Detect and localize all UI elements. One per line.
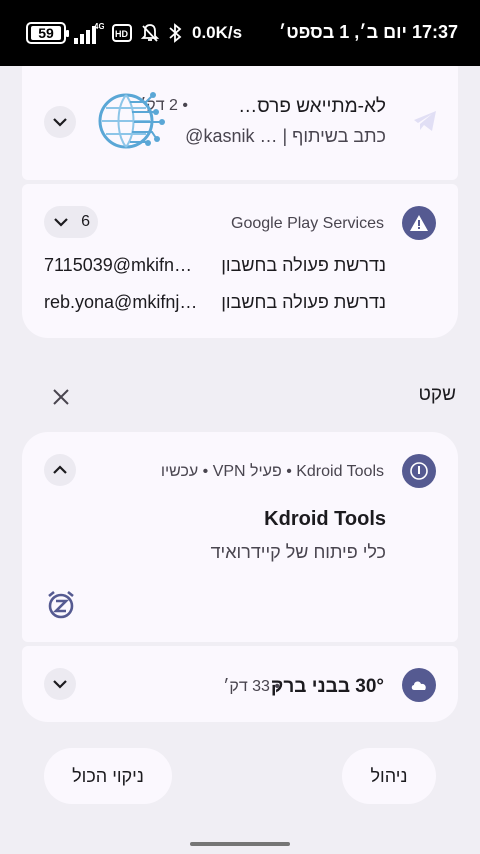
notification-card-google-play[interactable]: Google Play Services 6 נדרשת פעולה בחשבו… [22,184,458,338]
notification-text: כתב בשיתוף | … kasnik@ [185,126,386,146]
weather-text: 30° בבני ברק [270,676,384,697]
telegram-icon [414,111,436,131]
notification-time: • 33 דק׳ [223,678,280,695]
chevron-down-icon [53,118,67,127]
network-type: 4G [94,22,104,31]
group-expand-button[interactable]: 6 [44,206,98,238]
close-icon[interactable] [50,386,72,408]
list-item-account: reb.yona@mkifnj… [44,292,198,312]
expand-button[interactable] [44,668,76,700]
network-globe-icon [98,92,165,149]
notification-text: כלי פיתוח של קיידרואיד [210,542,386,562]
battery-level: 59 [31,26,61,40]
status-icons: 59 4G HD 0.0K/s [26,20,242,46]
bluetooth-icon [169,23,182,43]
collapse-button[interactable] [44,454,76,486]
info-icon [410,462,428,480]
group-count: 6 [81,213,90,230]
bell-off-icon [140,24,160,42]
battery-icon: 59 [26,22,69,44]
list-item-text: נדרשת פעולה בחשבון [221,292,386,312]
list-item-text: נדרשת פעולה בחשבון [221,255,386,275]
hd-label: HD [115,29,128,39]
manage-button[interactable]: ניהול [342,748,436,804]
notification-card-weather[interactable]: 30° בבני ברק • 33 דק׳ [22,646,458,722]
notification-shade: לא-מתייאש פרס… • 2 דק׳ כתב בשיתוף | … ka… [0,66,480,854]
notification-title: לא-מתייאש פרס… [238,96,386,117]
list-item-account: 7115039@mkifn… [44,255,193,275]
status-bar: 59 4G HD 0.0K/s 17:37 יום ב׳, 1 בספט׳ [0,0,480,66]
cloud-icon [411,681,426,690]
notification-title: Kdroid Tools [264,508,386,530]
chevron-down-icon [54,218,68,227]
clear-all-button[interactable]: ניקוי הכול [44,748,172,804]
expand-button[interactable] [44,106,76,138]
chevron-up-icon [53,465,67,474]
chevron-down-icon [53,680,67,689]
network-speed: 0.0K/s [192,23,243,42]
notification-card-kdroid[interactable]: Kdroid Tools • פעיל VPN • עכשיו Kdroid T… [22,432,458,642]
notification-time-value: 33 דק׳ [223,678,270,695]
snooze-icon[interactable] [46,590,76,620]
navigation-handle[interactable] [190,842,290,846]
notification-header: Kdroid Tools • פעיל VPN • עכשיו [160,463,384,480]
status-datetime: 17:37 יום ב׳, 1 בספט׳ [278,22,458,42]
signal-icon: 4G [74,22,104,44]
warning-badge [402,206,436,240]
weather-badge [402,668,436,702]
silent-section-label: שקט [418,384,456,405]
app-name: Google Play Services [231,215,384,232]
notification-card-first[interactable]: לא-מתייאש פרס… • 2 דק׳ כתב בשיתוף | … ka… [22,66,458,180]
hd-icon: HD [112,24,132,42]
warning-icon [410,215,428,231]
app-badge [402,454,436,488]
